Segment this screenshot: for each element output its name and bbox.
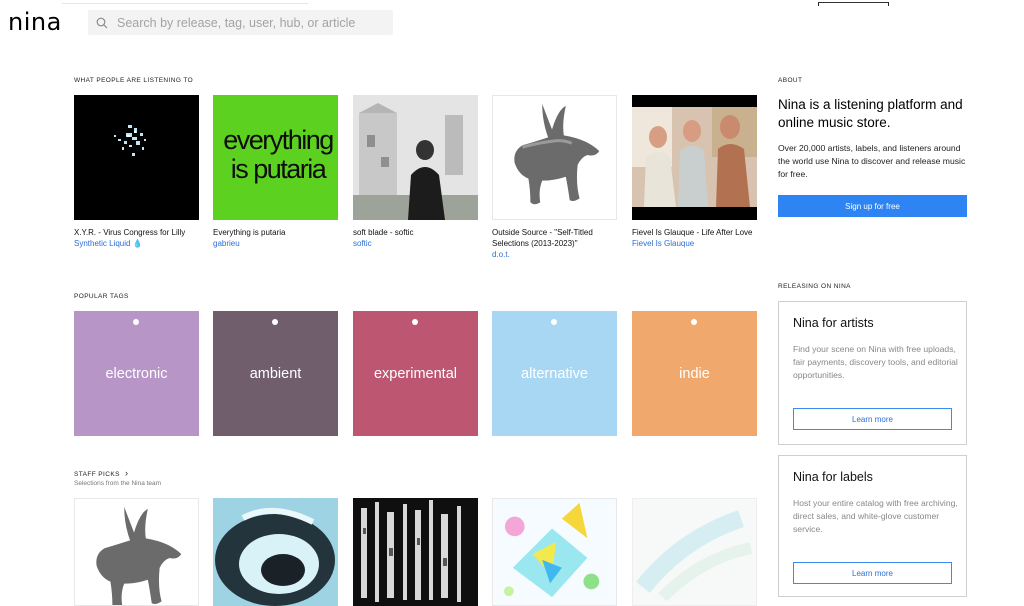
release-card[interactable]: soft blade - softic softic [353, 95, 478, 249]
cover-art [633, 499, 756, 605]
cover-photo [632, 95, 757, 220]
cover-art [114, 125, 146, 156]
staff-pick-cover[interactable] [632, 498, 757, 606]
tag-hole-icon [272, 319, 278, 325]
release-card[interactable]: Outside Source - "Self-Titled Selections… [492, 95, 617, 260]
tag-ambient[interactable]: ambient [213, 311, 338, 436]
release-artist-link[interactable]: Synthetic Liquid 💧 [74, 238, 199, 249]
signup-button[interactable]: Sign up for free [778, 195, 967, 217]
about-text: Over 20,000 artists, labels, and listene… [778, 143, 966, 179]
release-card[interactable]: X.Y.R. - Virus Congress for Lilly Synthe… [74, 95, 199, 249]
listening-section-label: WHAT PEOPLE ARE LISTENING TO [74, 77, 194, 84]
artists-learn-more-button[interactable]: Learn more [793, 408, 952, 430]
release-artist-link[interactable]: gabrieu [213, 238, 338, 249]
release-cover[interactable] [353, 95, 478, 220]
deer-sculpture-art [514, 103, 600, 205]
release-title: Outside Source - "Self-Titled Selections… [492, 228, 593, 248]
cover-art [213, 498, 338, 606]
release-card[interactable]: Fievel Is Glauque - Life After Love Fiev… [632, 95, 757, 249]
release-artist-link[interactable]: d.o.t. [492, 249, 617, 260]
staff-pick-cover[interactable] [74, 498, 199, 606]
about-label: ABOUT [778, 77, 803, 84]
cover-art [493, 499, 616, 605]
top-bar: nina [0, 0, 1024, 44]
release-cover[interactable]: everything is putaria [213, 95, 338, 220]
tag-hole-icon [551, 319, 557, 325]
release-artist-link[interactable]: Fievel Is Glauque [632, 238, 757, 249]
cover-text: everything is putaria [223, 125, 334, 184]
search-icon [96, 17, 108, 28]
staff-pick-card[interactable] [213, 498, 338, 606]
chevron-right-icon: › [125, 468, 129, 478]
tag-label: experimental [373, 365, 457, 382]
release-title: Fievel Is Glauque - Life After Love [632, 228, 753, 237]
artists-promo-title: Nina for artists [793, 316, 874, 330]
staff-pick-card[interactable] [632, 498, 757, 606]
labels-learn-more-button[interactable]: Learn more [793, 562, 952, 584]
staff-pick-card[interactable] [492, 498, 617, 606]
release-artist-link[interactable]: softic [353, 238, 478, 249]
tag-label: alternative [521, 365, 588, 382]
release-cover[interactable] [632, 95, 757, 220]
release-title: X.Y.R. - Virus Congress for Lilly [74, 228, 186, 237]
tag-electronic[interactable]: electronic [74, 311, 199, 436]
staff-pick-cover[interactable] [213, 498, 338, 606]
tags-section-label: POPULAR TAGS [74, 293, 129, 300]
tag-label: electronic [105, 365, 168, 382]
artists-promo-text: Find your scene on Nina with free upload… [793, 344, 958, 381]
labels-promo-title: Nina for labels [793, 470, 873, 484]
staff-picks-label: STAFF PICKS [74, 471, 120, 478]
release-title: soft blade - softic [353, 228, 414, 237]
staff-picks-link[interactable]: STAFF PICKS › [74, 468, 128, 478]
release-card[interactable]: everything is putaria Everything is puta… [213, 95, 338, 249]
tag-alternative[interactable]: alternative [492, 311, 617, 436]
staff-picks-subtitle: Selections from the Nina team [74, 480, 162, 487]
top-divider [62, 3, 308, 4]
cover-photo [353, 95, 478, 220]
labels-promo-text: Host your entire catalog with free archi… [793, 498, 958, 535]
artists-promo-card: Nina for artists Find your scene on Nina… [778, 301, 967, 445]
release-cover[interactable] [492, 95, 617, 220]
staff-pick-cover[interactable] [492, 498, 617, 606]
releasing-label: RELEASING ON NINA [778, 283, 851, 290]
release-title: Everything is putaria [213, 228, 286, 237]
nina-logo[interactable]: nina [8, 8, 62, 36]
staff-pick-cover[interactable] [353, 498, 478, 606]
deer-sculpture-art [96, 506, 182, 605]
tag-experimental[interactable]: experimental [353, 311, 478, 436]
staff-pick-card[interactable] [74, 498, 199, 606]
tag-hole-icon [691, 319, 697, 325]
release-cover[interactable] [74, 95, 199, 220]
tag-indie[interactable]: indie [632, 311, 757, 436]
tag-hole-icon [133, 319, 139, 325]
tag-label: ambient [249, 365, 302, 382]
search-bar[interactable] [88, 10, 393, 35]
labels-promo-card: Nina for labels Host your entire catalog… [778, 455, 967, 597]
account-button[interactable] [818, 2, 889, 6]
tag-label: indie [679, 365, 710, 382]
staff-pick-card[interactable] [353, 498, 478, 606]
search-input[interactable] [117, 15, 377, 30]
about-title: Nina is a listening platform and online … [778, 97, 963, 130]
tag-hole-icon [412, 319, 418, 325]
cover-art [353, 498, 478, 606]
